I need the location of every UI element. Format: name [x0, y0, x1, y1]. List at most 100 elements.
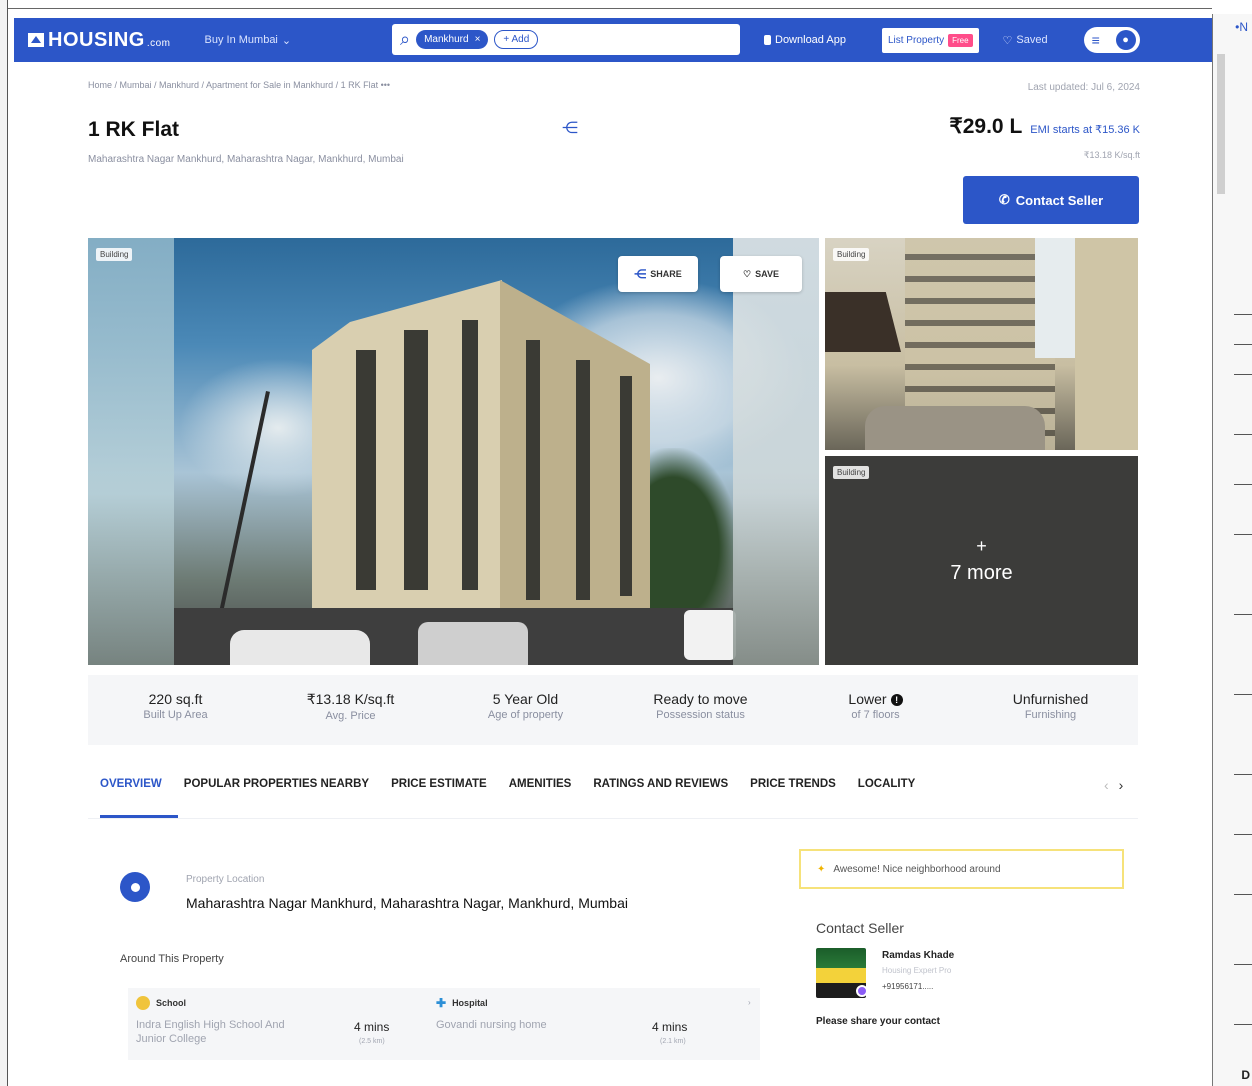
building-windows: [404, 330, 428, 590]
tab-popular-properties[interactable]: POPULAR PROPERTIES NEARBY: [184, 778, 369, 790]
building-windows: [462, 320, 478, 590]
nearby-hospital[interactable]: ✚ Hospital Govandi nursing home: [436, 996, 606, 1032]
tab-amenities[interactable]: AMENITIES: [509, 778, 572, 790]
phone-icon: [764, 35, 771, 45]
chevron-left-icon[interactable]: ‹: [1104, 777, 1109, 793]
city-selector[interactable]: Buy In Mumbai ⌄: [205, 34, 292, 47]
chevron-down-icon: ⌄: [281, 34, 292, 47]
tab-locality[interactable]: LOCALITY: [858, 778, 916, 790]
photo-car: [865, 406, 1045, 450]
nearby-category: ✚ Hospital: [436, 996, 606, 1010]
share-contact-prompt: Please share your contact: [816, 1016, 940, 1027]
travel-time: 4 mins: [652, 1020, 688, 1034]
emi-link[interactable]: EMI starts at ₹15.36 K: [1030, 123, 1140, 136]
corner-glyph-bottom: D: [1241, 1068, 1250, 1082]
logo-text: HOUSING: [48, 28, 145, 51]
photo-sky: [1035, 238, 1075, 358]
saved-link[interactable]: ♡ Saved: [1003, 34, 1048, 47]
free-badge: Free: [948, 33, 973, 47]
next-arrow-icon[interactable]: ›: [748, 998, 751, 1007]
neighborhood-text: Awesome! Nice neighborhood around: [833, 863, 1001, 875]
building-windows: [356, 350, 376, 590]
sparkle-icon: ✦: [817, 863, 826, 875]
listing-address: Maharashtra Nagar Mankhurd, Maharashtra …: [88, 154, 404, 165]
tab-price-estimate[interactable]: PRICE ESTIMATE: [391, 778, 487, 790]
main-photo[interactable]: Building ⋲ SHARE ♡ SAVE: [88, 238, 819, 665]
navbar-actions: Download App List Property Free ♡ Saved …: [764, 18, 1140, 62]
stat-label: of 7 floors: [851, 709, 900, 721]
place-name: Indra English High School And Junior Col…: [136, 1019, 285, 1045]
location-pin-icon: [120, 872, 150, 902]
photo-tag: Building: [833, 466, 870, 479]
browser-frame: •N D HOUSING .com Buy In Mumbai ⌄ ⌕ Mank…: [0, 0, 1252, 1086]
photo-car: [684, 610, 736, 660]
category-label: School: [156, 998, 187, 1008]
agent-name: Ramdas Khade: [882, 950, 955, 961]
photo-tag: Building: [833, 248, 870, 261]
nearby-school[interactable]: School Indra English High School And Jun…: [136, 996, 306, 1046]
account-menu[interactable]: ≡ ●: [1083, 27, 1140, 53]
around-property-title: Around This Property: [120, 953, 224, 965]
page-title: 1 RK Flat: [88, 118, 180, 141]
distance: (2.5 km): [359, 1038, 385, 1045]
distance: (2.1 km): [660, 1038, 686, 1045]
scrollbar-thumb[interactable]: [1217, 54, 1225, 194]
photo-pillar: [1075, 238, 1138, 450]
neighborhood-banner: ✦ Awesome! Nice neighborhood around: [799, 849, 1124, 889]
last-updated: Last updated: Jul 6, 2024: [1027, 82, 1140, 93]
contact-seller-button[interactable]: ✆ Contact Seller: [963, 176, 1139, 224]
chevron-right-icon[interactable]: ›: [1119, 777, 1124, 793]
stat-value: Lower: [848, 691, 887, 707]
property-stats: 220 sq.ft Built Up Area ₹13.18 K/sq.ft A…: [88, 675, 1138, 745]
photo-car: [418, 622, 528, 665]
breadcrumb[interactable]: Home / Mumbai / Mankhurd / Apartment for…: [88, 80, 390, 90]
search-chip-label: Mankhurd: [424, 34, 469, 45]
agent-phone[interactable]: +91956171.....: [882, 982, 933, 991]
stat-value: 220 sq.ft: [148, 691, 203, 707]
plus-icon: +: [976, 536, 987, 556]
housing-logo[interactable]: HOUSING .com: [28, 29, 171, 52]
photo-blur-left: [88, 238, 174, 665]
download-app-label: Download App: [775, 34, 846, 46]
corner-glyph-top: •N: [1235, 20, 1248, 34]
price-block: ₹29.0 L EMI starts at ₹15.36 K: [949, 114, 1140, 139]
add-locality-button[interactable]: + Add: [494, 30, 539, 49]
contact-seller-label: Contact Seller: [1015, 192, 1104, 208]
share-label: SHARE: [650, 269, 682, 279]
download-app-link[interactable]: Download App: [764, 34, 846, 46]
stat-value: Unfurnished: [1012, 691, 1089, 707]
user-avatar-icon: ●: [1115, 30, 1136, 50]
house-logo-icon: [28, 33, 44, 47]
verified-badge-icon: [856, 985, 868, 997]
more-photos-tile[interactable]: Building + 7 more: [825, 456, 1138, 665]
search-icon: ⌕: [400, 29, 411, 49]
property-location-label: Property Location: [186, 874, 265, 885]
price-per-sqft: ₹13.18 K/sq.ft: [1083, 150, 1140, 160]
tab-scroll-arrows: ‹ ›: [1104, 777, 1123, 793]
photo-blur-right: [733, 238, 819, 665]
tab-overview[interactable]: OVERVIEW: [100, 778, 162, 790]
info-icon[interactable]: !: [890, 694, 903, 707]
top-navbar: HOUSING .com Buy In Mumbai ⌄ ⌕ Mankhurd …: [14, 18, 1212, 62]
list-property-label: List Property: [887, 34, 945, 46]
stat-age: 5 Year Old Age of property: [438, 675, 613, 745]
save-button[interactable]: ♡ SAVE: [720, 256, 802, 292]
list-property-button[interactable]: List Property Free: [881, 27, 979, 53]
scrollbar[interactable]: [1212, 14, 1252, 1086]
tab-price-trends[interactable]: PRICE TRENDS: [750, 778, 836, 790]
close-icon[interactable]: ×: [475, 34, 481, 45]
stat-value-row: Lower!: [788, 691, 963, 707]
stat-value: ₹13.18 K/sq.ft: [306, 691, 395, 707]
city-selector-label: Buy In Mumbai: [204, 34, 278, 46]
top-edge-line: [8, 8, 1212, 9]
search-chip[interactable]: Mankhurd ×: [416, 30, 489, 49]
share-icon[interactable]: ⋲: [562, 118, 578, 138]
tab-ratings-reviews[interactable]: RATINGS AND REVIEWS: [593, 778, 728, 790]
section-tabs: OVERVIEW POPULAR PROPERTIES NEARBY PRICE…: [100, 778, 915, 790]
share-button[interactable]: ⋲ SHARE: [618, 256, 698, 292]
saved-label: Saved: [1016, 34, 1048, 46]
price: ₹29.0 L: [949, 115, 1023, 138]
logo-suffix: .com: [146, 37, 171, 49]
search-bar[interactable]: ⌕ Mankhurd × + Add: [392, 24, 740, 55]
side-photo-1[interactable]: Building: [825, 238, 1138, 450]
